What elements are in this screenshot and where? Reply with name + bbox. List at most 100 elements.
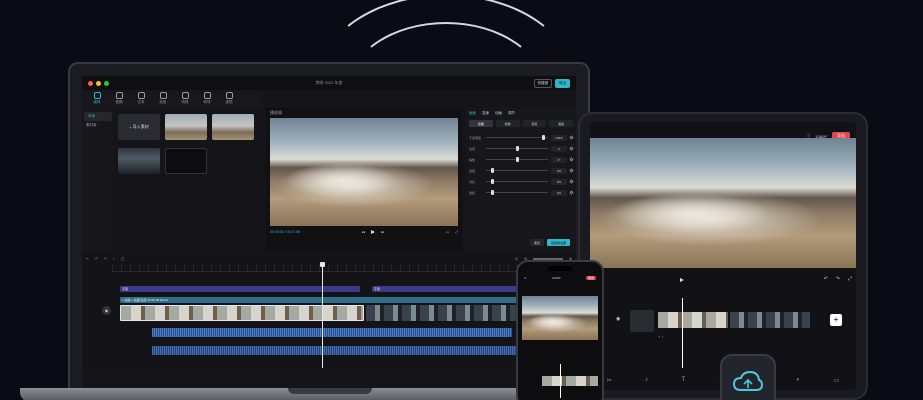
audio-icon[interactable]: ♪ <box>645 377 648 384</box>
tool-sticker[interactable]: 贴纸 <box>156 92 170 106</box>
subtab-beauty[interactable]: 美颜 <box>549 120 573 127</box>
caption-track[interactable]: 1 画面 1 画面 贴纸 00:00:06 Mixed <box>120 297 562 303</box>
prop-label: 不透明度 <box>469 135 482 140</box>
text-icon[interactable]: T <box>682 377 686 384</box>
tab-adjust[interactable]: 调节 <box>508 111 515 116</box>
video-clip[interactable] <box>120 305 364 321</box>
tab-picture[interactable]: 画面 <box>469 111 476 116</box>
redo-icon[interactable]: ↷ <box>104 257 107 261</box>
media-thumb[interactable] <box>165 148 207 174</box>
player-title: 播放器 <box>270 110 282 115</box>
sidebar-item-library[interactable]: 素材库 <box>82 121 114 130</box>
asset-toolbar: 媒体 音频 文本 贴纸 特效 转场 滤镜 <box>82 90 262 108</box>
prop-value-field[interactable]: 0% <box>551 178 567 185</box>
fullscreen-icon[interactable]: ⤢ <box>848 276 852 282</box>
playhead[interactable] <box>320 262 325 368</box>
next-frame-icon[interactable]: ▸▸ <box>381 230 385 234</box>
phone-preview[interactable] <box>522 296 598 340</box>
slider-handle[interactable] <box>541 135 545 140</box>
prop-value-field[interactable]: 0 <box>551 145 567 152</box>
select-tool-icon[interactable]: ↖ <box>86 257 89 261</box>
sidebar-item-local[interactable]: 本地 <box>84 112 112 121</box>
play-icon[interactable] <box>371 230 376 234</box>
import-media-button[interactable]: + 导入素材 <box>118 114 160 140</box>
apply-all-button[interactable]: 应用到全部 <box>546 239 570 246</box>
fullscreen-icon[interactable]: ⤢ <box>455 230 458 234</box>
prop-value-field[interactable]: 0% <box>551 189 567 196</box>
record-icon[interactable]: ⦿ <box>515 257 519 262</box>
tool-filter[interactable]: 滤镜 <box>222 92 236 106</box>
slider-handle[interactable] <box>515 157 519 162</box>
timecode: 00:00:05 / 00:27:56 <box>270 230 301 234</box>
slider-handle[interactable] <box>490 179 494 184</box>
prop-slider[interactable] <box>486 135 548 140</box>
mute-icon[interactable]: ◉ <box>616 316 620 322</box>
tablet-preview[interactable] <box>590 138 856 268</box>
prev-frame-icon[interactable]: ◂◂ <box>362 230 366 234</box>
prop-slider[interactable] <box>486 168 548 173</box>
add-clip-button[interactable]: + <box>830 314 842 326</box>
keyframe-icon[interactable] <box>569 135 574 140</box>
reset-button[interactable]: 重置 <box>529 239 544 246</box>
player-preview[interactable] <box>270 118 458 226</box>
mute-icon[interactable]: ◉ <box>102 306 111 315</box>
phone-resolution[interactable]: 1080P <box>552 276 561 280</box>
media-thumb[interactable] <box>165 114 207 140</box>
cover-thumb[interactable] <box>630 310 654 332</box>
phone-export-button[interactable]: 导出 <box>585 276 596 280</box>
redo-icon[interactable]: ↷ <box>836 276 840 282</box>
prop-label: 饱和 <box>469 190 476 195</box>
subtab-mask[interactable]: 蒙版 <box>522 120 547 127</box>
close-icon[interactable]: ✕ <box>524 276 527 280</box>
keyframe-icon[interactable] <box>569 146 574 151</box>
playhead[interactable] <box>682 298 683 368</box>
add-audio-icon[interactable]: + ♪ <box>658 334 663 339</box>
cloud-icon <box>733 370 763 391</box>
tool-text[interactable]: 文本 <box>134 92 148 106</box>
prop-value-field[interactable]: 0% <box>551 167 567 174</box>
tab-speed[interactable]: 变速 <box>482 111 489 116</box>
keyframe-icon[interactable] <box>569 157 574 162</box>
slider-handle[interactable] <box>515 146 519 151</box>
playhead[interactable] <box>560 364 561 398</box>
prop-label: 亮度 <box>469 168 476 173</box>
subtab-basic[interactable]: 基础 <box>469 120 493 127</box>
video-clip[interactable] <box>542 376 598 386</box>
delete-icon[interactable]: ▢ <box>121 257 124 261</box>
media-thumb[interactable] <box>118 148 160 174</box>
tool-effect[interactable]: 特效 <box>178 92 192 106</box>
keyframe-icon[interactable] <box>569 190 574 195</box>
audio-waveform[interactable] <box>152 346 552 355</box>
keyframe-icon[interactable] <box>569 168 574 173</box>
tab-animation[interactable]: 动画 <box>495 111 502 116</box>
audio-waveform[interactable] <box>152 328 512 337</box>
keyframe-icon[interactable] <box>569 179 574 184</box>
prop-value-field[interactable]: 0° <box>551 156 567 163</box>
video-clip[interactable] <box>730 312 810 328</box>
prop-slider[interactable] <box>486 157 548 162</box>
tool-audio[interactable]: 音频 <box>112 92 126 106</box>
timeline-toolbar: ↖ ↶ ↷ ⌶ ▢ ⦿ ⊖ ⊕ <box>82 254 576 264</box>
play-icon[interactable] <box>680 278 684 282</box>
ratio-icon[interactable]: ▭ <box>834 377 840 384</box>
prop-slider[interactable] <box>486 146 548 151</box>
prop-value-field[interactable]: 100% <box>551 134 567 141</box>
text-track[interactable]: 字幕 <box>120 286 360 292</box>
split-icon[interactable]: ⌶ <box>113 257 115 261</box>
undo-icon[interactable]: ↶ <box>95 257 98 261</box>
slider-handle[interactable] <box>490 168 494 173</box>
undo-icon[interactable]: ↶ <box>824 276 828 282</box>
slider-handle[interactable] <box>490 190 494 195</box>
prop-slider[interactable] <box>486 190 548 195</box>
tool-transition[interactable]: 转场 <box>200 92 214 106</box>
cut-icon[interactable]: ✂ <box>607 377 612 384</box>
text-track[interactable]: 字幕 <box>372 286 532 292</box>
media-thumb[interactable] <box>212 114 254 140</box>
tool-media[interactable]: 媒体 <box>90 92 104 106</box>
prop-slider[interactable] <box>486 179 548 184</box>
timeline: ↖ ↶ ↷ ⌶ ▢ ⦿ ⊖ ⊕ ◉ 字幕 字幕 1 画面 1 画面 贴纸 00:… <box>82 254 576 368</box>
filter-icon[interactable]: ◐ <box>797 377 801 384</box>
video-clip[interactable] <box>658 312 728 328</box>
ratio-icon[interactable]: ▭ <box>446 230 449 234</box>
subtab-cutout[interactable]: 抠像 <box>495 120 520 127</box>
